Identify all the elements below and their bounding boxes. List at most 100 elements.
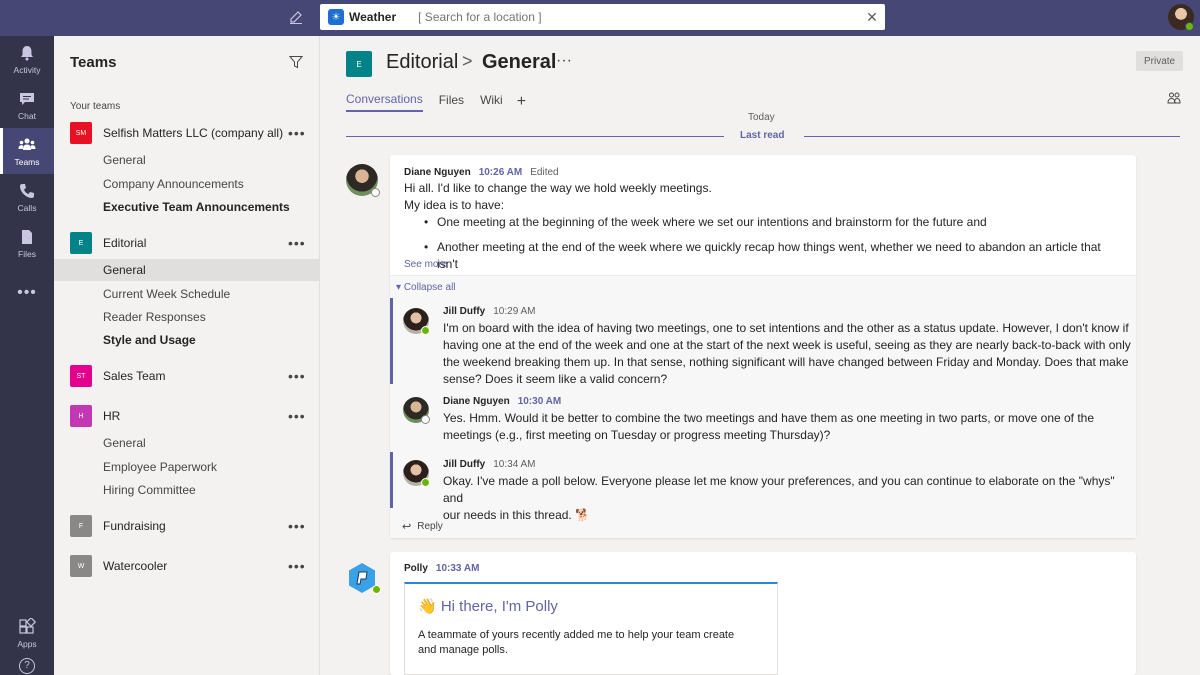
filter-icon[interactable] xyxy=(289,55,303,69)
more-options-icon[interactable]: ••• xyxy=(288,558,306,574)
weather-app-label: Weather xyxy=(349,10,397,24)
tab-wiki[interactable]: Wiki xyxy=(480,93,503,111)
timestamp: 10:34 AM xyxy=(493,459,536,470)
author-name[interactable]: Polly xyxy=(404,563,428,574)
collapse-all-link[interactable]: ▾ Collapse all xyxy=(396,282,456,293)
author-name[interactable]: Diane Nguyen xyxy=(443,396,510,407)
section-label: Your teams xyxy=(70,101,121,112)
channel-item-selected[interactable]: General xyxy=(54,259,320,281)
more-options-icon[interactable]: ••• xyxy=(288,408,306,424)
rail-label: Teams xyxy=(14,156,40,167)
channel-item[interactable]: Executive Team Announcements xyxy=(54,196,320,218)
card-title: 👋 Hi there, I'm Polly xyxy=(418,598,558,615)
channel-item[interactable]: Style and Usage xyxy=(54,329,320,351)
team-editorial[interactable]: E Editorial ••• xyxy=(54,229,320,257)
tab-conversations[interactable]: Conversations xyxy=(346,92,423,112)
help-button[interactable]: ? xyxy=(0,656,54,675)
reply-header: Jill Duffy 10:29 AM xyxy=(443,306,536,317)
more-options-icon[interactable]: ••• xyxy=(288,125,306,141)
weather-app-chip[interactable]: ☀ Weather xyxy=(328,7,404,27)
chat-icon xyxy=(20,92,34,105)
team-sales[interactable]: ST Sales Team ••• xyxy=(54,362,320,390)
presence-online-icon xyxy=(421,478,430,487)
close-icon[interactable]: ✕ xyxy=(859,4,885,30)
location-search-input[interactable] xyxy=(418,10,859,24)
replies-section: ▾ Collapse all Jill Duffy 10:29 AM I'm o… xyxy=(390,275,1136,538)
presence-away-icon xyxy=(371,188,380,197)
presence-away-icon xyxy=(421,415,430,424)
top-bar: ☀ Weather ✕ xyxy=(0,0,1200,36)
more-options-icon[interactable]: ••• xyxy=(288,235,306,251)
app-rail: Activity Chat Teams Calls Files ••• Apps… xyxy=(0,36,54,675)
compose-icon[interactable] xyxy=(288,9,304,25)
page-title: General xyxy=(482,51,557,73)
message-text: sense? Does it seem like a valid concern… xyxy=(443,372,668,386)
teams-panel: Teams Your teams SM Selfish Matters LLC … xyxy=(54,36,320,675)
phone-icon xyxy=(20,183,34,198)
message-text: the weekend breaking them up. In that se… xyxy=(443,355,1129,369)
channel-view: E Editorial > General ··· Private Conver… xyxy=(320,36,1200,675)
teams-icon xyxy=(18,138,36,150)
tab-files[interactable]: Files xyxy=(439,93,464,111)
channel-tabs: Conversations Files Wiki + xyxy=(346,92,526,112)
message-body: Hi all. I'd like to change the way we ho… xyxy=(404,180,1124,273)
message-text: having one at the end of the week and on… xyxy=(443,338,1131,352)
author-name[interactable]: Jill Duffy xyxy=(443,459,485,470)
channel-item[interactable]: Current Week Schedule xyxy=(54,283,320,305)
channel-item[interactable]: Company Announcements xyxy=(54,173,320,195)
team-watercooler[interactable]: W Watercooler ••• xyxy=(54,552,320,580)
message-header: Polly 10:33 AM xyxy=(404,563,479,574)
message-text: Yes. Hmm. Would it be better to combine … xyxy=(443,411,1095,425)
reply-button[interactable]: ↩ Reply xyxy=(402,520,443,533)
see-more-link[interactable]: See more xyxy=(404,259,447,270)
message-text: Hi all. I'd like to change the way we ho… xyxy=(404,181,712,195)
message-text: I'm on board with the idea of having two… xyxy=(443,321,1129,335)
message-header: Diane Nguyen 10:26 AM Edited xyxy=(404,167,559,178)
reply-item: Jill Duffy 10:29 AM I'm on board with th… xyxy=(390,298,1136,386)
team-name: Editorial xyxy=(103,236,147,250)
channel-item[interactable]: Reader Responses xyxy=(54,306,320,328)
card-text: A teammate of yours recently added me to… xyxy=(418,629,735,641)
people-icon[interactable] xyxy=(1167,91,1181,105)
breadcrumb-team[interactable]: Editorial xyxy=(386,51,458,74)
rail-item-teams[interactable]: Teams xyxy=(0,128,54,174)
presence-status-icon xyxy=(1185,22,1194,31)
channel-item[interactable]: General xyxy=(54,432,320,454)
reply-body: Yes. Hmm. Would it be better to combine … xyxy=(443,410,1133,444)
chevron-down-icon: ▾ xyxy=(396,282,404,293)
divider xyxy=(804,136,1180,137)
presence-online-icon xyxy=(421,326,430,335)
team-selfish-matters[interactable]: SM Selfish Matters LLC (company all) ••• xyxy=(54,119,320,147)
channel-more-options-icon[interactable]: ··· xyxy=(556,52,572,70)
private-badge: Private xyxy=(1136,51,1184,71)
team-hr[interactable]: H HR ••• xyxy=(54,402,320,430)
team-name: Fundraising xyxy=(103,519,166,533)
search-bar[interactable]: ☀ Weather ✕ xyxy=(320,4,885,30)
channel-item[interactable]: Hiring Committee xyxy=(54,479,320,501)
rail-item-more[interactable]: ••• xyxy=(0,270,54,316)
more-options-icon[interactable]: ••• xyxy=(288,518,306,534)
reply-arrow-icon: ↩ xyxy=(402,521,412,533)
channel-item[interactable]: General xyxy=(54,149,320,171)
rail-item-calls[interactable]: Calls xyxy=(0,174,54,220)
rail-label: Calls xyxy=(17,202,37,213)
rail-label: Activity xyxy=(13,64,41,75)
message-text: meetings (e.g., first meeting on Tuesday… xyxy=(443,428,831,442)
presence-online-icon xyxy=(372,585,381,594)
author-name[interactable]: Jill Duffy xyxy=(443,306,485,317)
add-tab-icon[interactable]: + xyxy=(517,93,526,111)
author-name[interactable]: Diane Nguyen xyxy=(404,167,471,178)
team-name: Sales Team xyxy=(103,369,166,383)
rail-item-chat[interactable]: Chat xyxy=(0,82,54,128)
reply-header: Jill Duffy 10:34 AM xyxy=(443,459,536,470)
rail-item-files[interactable]: Files xyxy=(0,220,54,266)
card-body: A teammate of yours recently added me to… xyxy=(418,628,768,658)
bell-icon xyxy=(21,45,33,60)
more-options-icon[interactable]: ••• xyxy=(288,368,306,384)
team-name: HR xyxy=(103,409,121,423)
team-name: Selfish Matters LLC (company all) xyxy=(103,126,284,140)
team-fundraising[interactable]: F Fundraising ••• xyxy=(54,512,320,540)
rail-item-activity[interactable]: Activity xyxy=(0,36,54,82)
channel-item[interactable]: Employee Paperwork xyxy=(54,456,320,478)
rail-item-apps[interactable]: Apps xyxy=(0,610,54,656)
